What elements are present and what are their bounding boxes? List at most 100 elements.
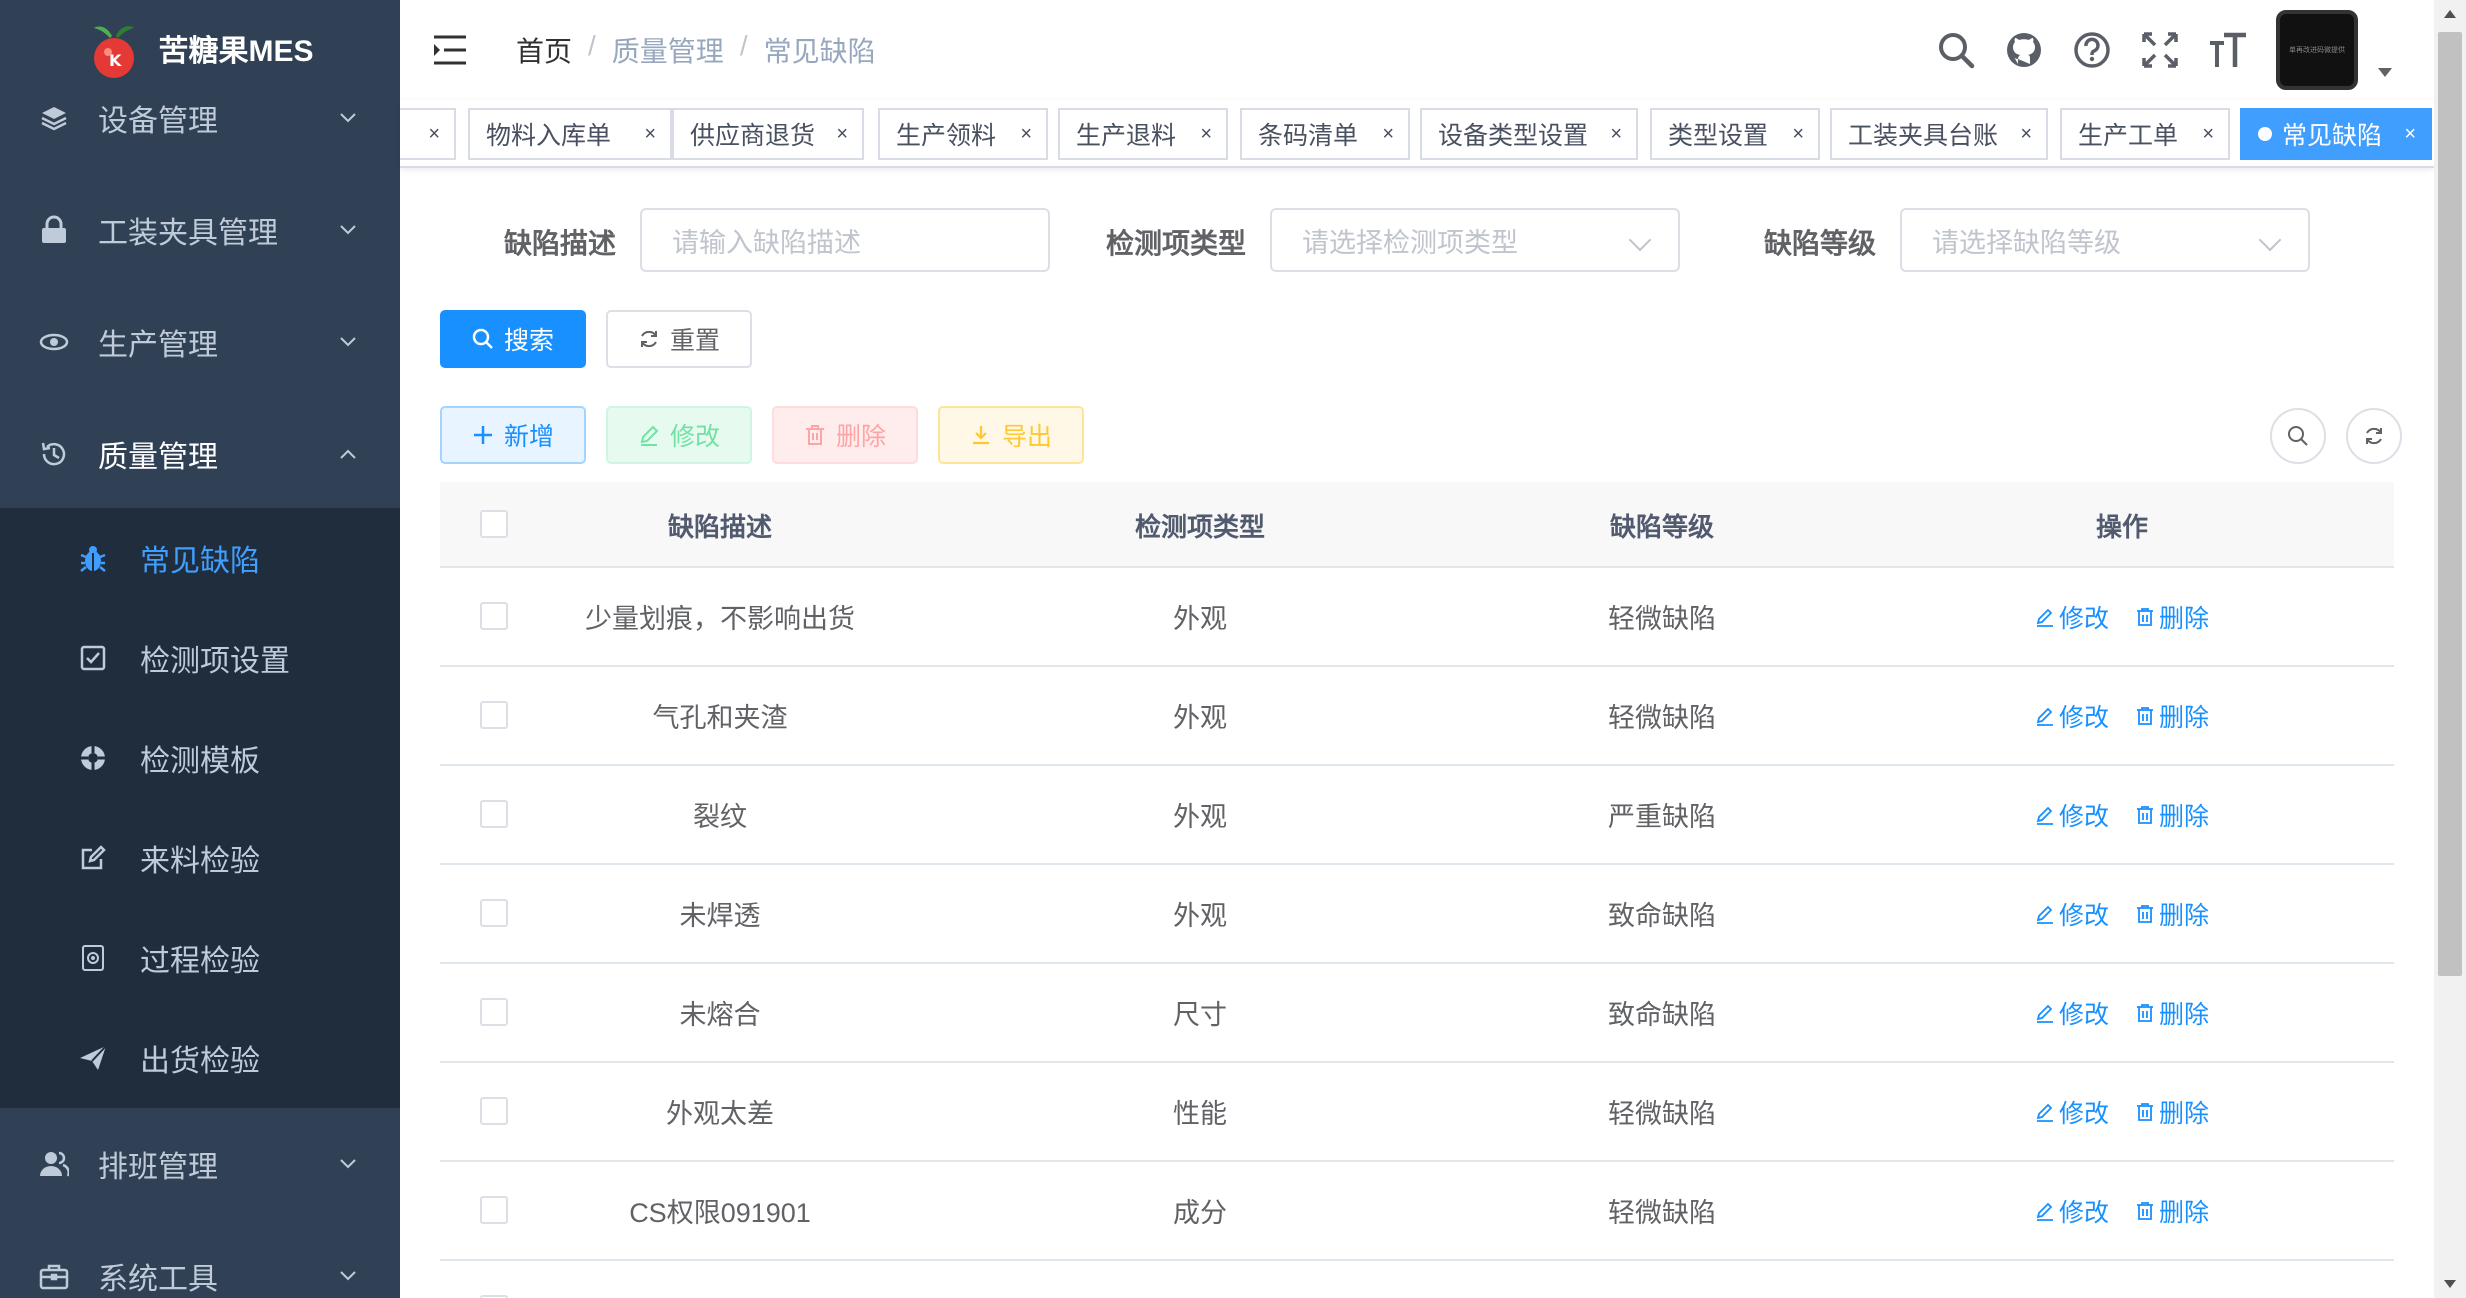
- cell-defect-level: 致命缺陷: [1608, 1000, 1716, 1030]
- tags-view: × 物料入库单 × 供应商退货 × 生产领料 × 生产退料 × 条码清单 × 设…: [400, 100, 2434, 168]
- tag-item-partial[interactable]: ×: [400, 108, 456, 160]
- row-delete-button[interactable]: 删除: [2135, 599, 2209, 635]
- row-checkbox[interactable]: [480, 1196, 508, 1224]
- row-edit-button[interactable]: 修改: [2035, 896, 2109, 932]
- close-icon[interactable]: ×: [2202, 123, 2214, 146]
- row-edit-button[interactable]: 修改: [2035, 995, 2109, 1031]
- question-icon[interactable]: [2070, 28, 2114, 72]
- row-checkbox[interactable]: [480, 1097, 508, 1125]
- delete-button[interactable]: 删除: [772, 406, 918, 464]
- row-edit-button[interactable]: 修改: [2035, 1193, 2109, 1229]
- cell-check-type: 性能: [1173, 1099, 1227, 1129]
- table-row: 未焊透 外观 致命缺陷 修改 删除: [440, 865, 2394, 964]
- font-size-icon[interactable]: [2206, 28, 2250, 72]
- submenu-item-shipment-inspection[interactable]: 出货检验: [0, 1008, 400, 1108]
- desc-input[interactable]: 请输入缺陷描述: [640, 208, 1050, 272]
- edit-button[interactable]: 修改: [606, 406, 752, 464]
- submenu-item-check-template[interactable]: 检测模板: [0, 708, 400, 808]
- close-icon[interactable]: ×: [2404, 123, 2416, 146]
- row-delete-label: 删除: [2159, 1099, 2210, 1128]
- row-checkbox[interactable]: [480, 899, 508, 927]
- tag-item[interactable]: 生产领料 ×: [878, 108, 1048, 160]
- tag-item[interactable]: 生产退料 ×: [1058, 108, 1228, 160]
- menu-scheduling[interactable]: 排班管理: [0, 1108, 400, 1220]
- row-edit-button[interactable]: 修改: [2035, 1094, 2109, 1130]
- table-row: [440, 1261, 2394, 1298]
- scrollbar-thumb[interactable]: [2438, 32, 2462, 976]
- close-icon[interactable]: ×: [1792, 123, 1804, 146]
- tag-item[interactable]: 设备类型设置 ×: [1420, 108, 1638, 160]
- row-checkbox[interactable]: [480, 998, 508, 1026]
- github-icon[interactable]: [2002, 28, 2046, 72]
- export-button[interactable]: 导出: [938, 406, 1084, 464]
- hamburger-icon[interactable]: [432, 34, 468, 66]
- submenu-item-incoming-inspection[interactable]: 来料检验: [0, 808, 400, 908]
- row-delete-button[interactable]: 删除: [2135, 896, 2209, 932]
- search-button[interactable]: 搜索: [440, 310, 586, 368]
- row-checkbox[interactable]: [480, 701, 508, 729]
- submenu-item-process-inspection[interactable]: 过程检验: [0, 908, 400, 1008]
- tag-item-active[interactable]: 常见缺陷 ×: [2240, 108, 2432, 160]
- type-select[interactable]: 请选择检测项类型: [1270, 208, 1680, 272]
- close-icon[interactable]: ×: [428, 123, 440, 146]
- row-delete-button[interactable]: 删除: [2135, 1094, 2209, 1130]
- menu-quality[interactable]: 质量管理: [0, 398, 400, 510]
- toggle-search-button[interactable]: [2270, 408, 2326, 464]
- row-delete-button[interactable]: 删除: [2135, 995, 2209, 1031]
- tag-item[interactable]: 条码清单 ×: [1240, 108, 1410, 160]
- refresh-icon: [2366, 427, 2382, 445]
- select-all-checkbox[interactable]: [480, 510, 508, 538]
- menu-production[interactable]: 生产管理: [0, 286, 400, 398]
- breadcrumb-home[interactable]: 首页: [516, 30, 572, 70]
- column-header[interactable]: 缺陷等级: [1502, 482, 1822, 568]
- menu-label: 系统工具: [98, 1263, 218, 1296]
- refresh-table-button[interactable]: [2346, 408, 2402, 464]
- level-select[interactable]: 请选择缺陷等级: [1900, 208, 2310, 272]
- row-delete-button[interactable]: 删除: [2135, 698, 2209, 734]
- row-edit-button[interactable]: 修改: [2035, 698, 2109, 734]
- close-icon[interactable]: ×: [1382, 123, 1394, 146]
- add-button[interactable]: 新增: [440, 406, 586, 464]
- row-edit-button[interactable]: 修改: [2035, 599, 2109, 635]
- submenu-label: 常见缺陷: [140, 545, 260, 578]
- row-edit-button[interactable]: 修改: [2035, 797, 2109, 833]
- row-delete-button[interactable]: 删除: [2135, 1193, 2209, 1229]
- menu-tooling[interactable]: 工装夹具管理: [0, 174, 400, 286]
- vertical-scrollbar[interactable]: [2434, 0, 2466, 1298]
- close-icon[interactable]: ×: [1020, 123, 1032, 146]
- cell-check-type: 尺寸: [1173, 1000, 1227, 1030]
- submenu-item-defect[interactable]: 常见缺陷: [0, 508, 400, 608]
- row-delete-button[interactable]: 删除: [2135, 797, 2209, 833]
- close-icon[interactable]: ×: [836, 123, 848, 146]
- chevron-down-icon: [1628, 228, 1652, 252]
- column-header[interactable]: 缺陷描述: [560, 482, 880, 568]
- row-checkbox[interactable]: [480, 800, 508, 828]
- close-icon[interactable]: ×: [1200, 123, 1212, 146]
- menu-equipment[interactable]: 设备管理: [0, 62, 400, 174]
- row-delete-label: 删除: [2159, 802, 2210, 831]
- scroll-down-icon[interactable]: [2444, 1280, 2456, 1288]
- caret-down-icon[interactable]: [2378, 68, 2392, 77]
- table-row: 少量划痕，不影响出货 外观 轻微缺陷 修改 删除: [440, 568, 2394, 667]
- close-icon[interactable]: ×: [644, 123, 656, 146]
- column-header[interactable]: 检测项类型: [1040, 482, 1360, 568]
- close-icon[interactable]: ×: [2020, 123, 2032, 146]
- tag-item[interactable]: 生产工单 ×: [2060, 108, 2230, 160]
- close-icon[interactable]: ×: [1610, 123, 1622, 146]
- tag-item[interactable]: 供应商退货 ×: [672, 108, 864, 160]
- avatar-caption: 单再改进码微提供: [2289, 47, 2345, 54]
- tag-item[interactable]: 工装夹具台账 ×: [1830, 108, 2048, 160]
- quality-submenu: 常见缺陷 检测项设置 检测模板 来料检验 过程检验 出货检验: [0, 508, 400, 1108]
- row-checkbox[interactable]: [480, 602, 508, 630]
- tag-item[interactable]: 类型设置 ×: [1650, 108, 1820, 160]
- fullscreen-icon[interactable]: [2138, 28, 2182, 72]
- submenu-item-check-setting[interactable]: 检测项设置: [0, 608, 400, 708]
- menu-system-tools[interactable]: 系统工具: [0, 1220, 400, 1298]
- tag-item[interactable]: 物料入库单 ×: [468, 108, 672, 160]
- download-icon: [972, 426, 989, 445]
- scroll-up-icon[interactable]: [2444, 10, 2456, 18]
- search-icon[interactable]: [1934, 28, 1978, 72]
- checkbox-icon: [76, 641, 110, 675]
- reset-button[interactable]: 重置: [606, 310, 752, 368]
- avatar[interactable]: 单再改进码微提供: [2276, 10, 2358, 90]
